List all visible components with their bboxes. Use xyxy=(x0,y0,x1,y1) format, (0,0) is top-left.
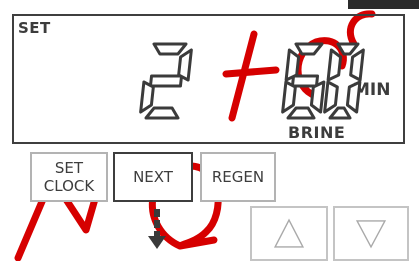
next-label: NEXT xyxy=(133,168,173,186)
unit-label: MIN xyxy=(353,80,391,100)
set-clock-button[interactable]: SET CLOCK xyxy=(30,152,108,202)
down-button[interactable] xyxy=(333,206,409,261)
down-arrow-icon xyxy=(148,209,166,249)
corner-tab xyxy=(348,0,419,9)
next-button[interactable]: NEXT xyxy=(113,152,193,202)
regen-button[interactable]: REGEN xyxy=(200,152,276,202)
cycle-label: BRINE xyxy=(288,123,346,142)
set-clock-label-line1: SET xyxy=(54,159,84,177)
up-arrow-icon xyxy=(273,218,305,248)
set-clock-label-line2: CLOCK xyxy=(43,177,95,195)
up-button[interactable] xyxy=(250,206,328,261)
regen-label: REGEN xyxy=(211,168,265,186)
lcd-display xyxy=(12,14,405,144)
mode-label: SET xyxy=(18,19,51,37)
down-arrow-icon xyxy=(355,220,387,249)
